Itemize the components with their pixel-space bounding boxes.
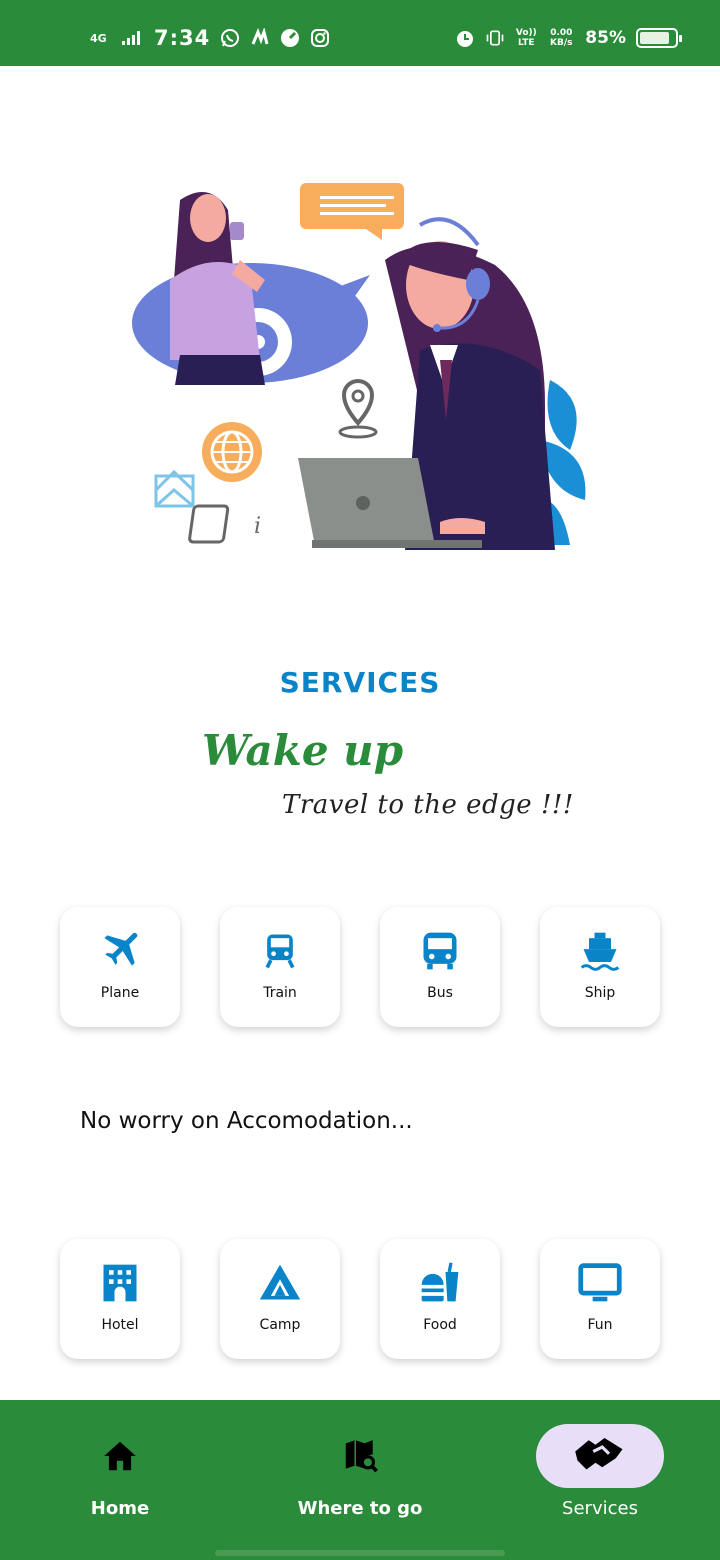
service-card-fun[interactable]: Fun — [540, 1239, 660, 1359]
tagline: Wake up — [202, 726, 404, 775]
app-icon — [251, 28, 269, 45]
volte-indicator: Vo)) LTE — [515, 28, 537, 48]
instagram-icon — [311, 29, 330, 47]
nav-label: Home — [90, 1498, 150, 1519]
nav-label: Where to go — [297, 1498, 423, 1519]
nav-services[interactable]: Services — [480, 1400, 720, 1560]
customer-support-illustration: i — [132, 183, 586, 550]
battery-percent: 85% — [585, 28, 626, 48]
bus-icon — [423, 932, 457, 970]
card-label: Fun — [587, 1317, 613, 1333]
battery-icon — [636, 28, 682, 48]
globe-icon — [202, 422, 262, 482]
transport-row: Plane Train Bus Ship — [60, 907, 660, 1027]
nav-where-to-go[interactable]: Where to go — [240, 1400, 480, 1560]
info-icon: i — [188, 504, 261, 544]
signal-icon — [122, 31, 140, 45]
page-title: SERVICES — [279, 666, 441, 699]
card-label: Bus — [427, 985, 453, 1001]
vibrate-icon — [486, 30, 504, 46]
subtagline: Travel to the edge !!! — [282, 790, 574, 820]
accommodation-row: Hotel Camp Food Fun — [60, 1239, 660, 1359]
bottom-navigation: Home Where to go Services — [0, 1400, 720, 1560]
whatsapp-icon — [221, 29, 240, 47]
envelope-icon — [154, 469, 195, 508]
network-type: 4G — [90, 31, 107, 45]
nav-services-active-pill — [536, 1424, 664, 1488]
nav-where-icon-wrap — [296, 1424, 424, 1488]
service-card-train[interactable]: Train — [220, 907, 340, 1027]
card-label: Hotel — [101, 1317, 139, 1333]
service-card-hotel[interactable]: Hotel — [60, 1239, 180, 1359]
woman-on-phone — [170, 192, 265, 385]
service-card-plane[interactable]: Plane — [60, 907, 180, 1027]
network-speed: 0.00 KB/s — [550, 28, 573, 48]
alarm-icon — [457, 31, 474, 47]
chat-bubble-icon — [300, 183, 404, 240]
service-card-camp[interactable]: Camp — [220, 1239, 340, 1359]
clock: 7:34 — [154, 26, 211, 50]
map-search-icon — [345, 1440, 378, 1473]
hotel-icon — [103, 1264, 137, 1302]
home-icon — [104, 1441, 136, 1471]
camp-icon — [259, 1264, 301, 1300]
nav-label: Services — [562, 1498, 638, 1519]
card-label: Camp — [259, 1317, 301, 1333]
gesture-bar — [215, 1550, 505, 1556]
service-card-food[interactable]: Food — [380, 1239, 500, 1359]
food-icon — [421, 1262, 459, 1302]
train-icon — [265, 934, 295, 969]
card-label: Train — [263, 985, 297, 1001]
nav-home[interactable]: Home — [0, 1400, 240, 1560]
card-label: Ship — [584, 985, 616, 1001]
handshake-icon — [575, 1438, 623, 1470]
card-label: Food — [423, 1317, 457, 1333]
svg-text:i: i — [254, 514, 261, 539]
monitor-icon — [578, 1263, 622, 1302]
status-bar: 4G 7:34 Vo)) LTE 0.00 KB/s 85% — [0, 0, 720, 66]
plane-icon — [104, 932, 138, 966]
ship-icon — [580, 932, 620, 971]
gauge-icon — [281, 29, 300, 47]
status-right: Vo)) LTE 0.00 KB/s 85% — [455, 22, 682, 54]
service-card-ship[interactable]: Ship — [540, 907, 660, 1027]
accommodation-title: No worry on Accomodation... — [80, 1108, 413, 1134]
location-pin-icon — [338, 379, 378, 439]
nav-home-icon-wrap — [56, 1424, 184, 1488]
card-label: Plane — [100, 985, 140, 1001]
service-card-bus[interactable]: Bus — [380, 907, 500, 1027]
status-left: 4G 7:34 — [90, 22, 330, 54]
